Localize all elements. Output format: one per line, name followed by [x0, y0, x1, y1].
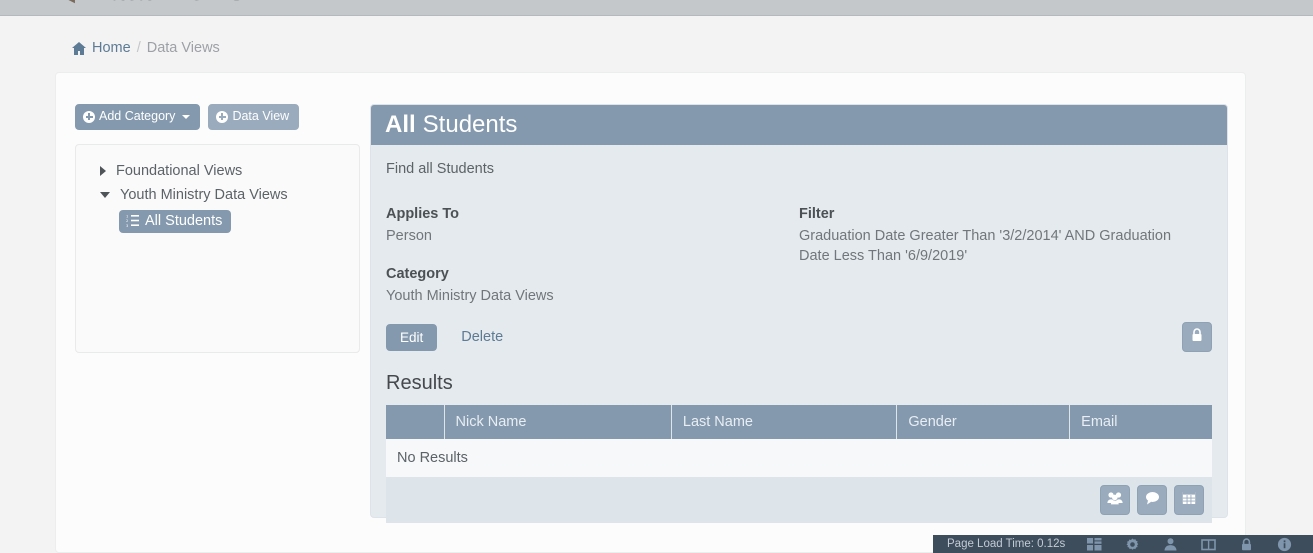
tree-item-all-students[interactable]: 1 2 3 All Students — [119, 209, 232, 233]
tree-item-label: All Students — [145, 212, 223, 229]
person-icon[interactable] — [1163, 537, 1178, 552]
data-view-detail-panel: All Students Find all Students Applies T… — [370, 104, 1228, 523]
admin-icon-group — [1087, 537, 1292, 552]
chevron-down-icon — [182, 114, 191, 119]
info-circle-icon[interactable] — [1277, 537, 1292, 552]
security-button[interactable] — [1182, 322, 1212, 352]
tree-item-foundational-views[interactable]: Foundational Views — [86, 159, 349, 183]
breadcrumb: Home / Data Views — [72, 40, 220, 56]
plus-circle-icon — [83, 110, 95, 123]
panel-heading: All Students — [371, 105, 1227, 145]
breadcrumb-separator: / — [136, 40, 141, 56]
svg-text:3: 3 — [126, 224, 128, 227]
tree-item-label: Foundational Views — [116, 162, 243, 179]
plus-circle-icon — [216, 110, 229, 123]
applies-to-label: Applies To — [386, 206, 460, 222]
sidebar-toolbar: Add Category Data View — [75, 104, 360, 130]
table-header-select[interactable] — [386, 405, 445, 439]
page-load-time: Page Load Time: 0.12s — [947, 538, 1066, 550]
svg-text:1: 1 — [126, 215, 128, 219]
table-row: No Results — [386, 439, 1212, 477]
blocks-icon[interactable] — [1087, 537, 1102, 552]
chevron-left-icon[interactable]: ◀ — [55, 0, 75, 4]
filter-label: Filter — [799, 206, 835, 222]
list-ol-icon: 1 2 3 — [126, 214, 139, 228]
table-empty-message: No Results — [386, 439, 1212, 477]
data-view-label: Data View — [232, 109, 290, 123]
chevron-right-icon[interactable] — [100, 165, 106, 176]
add-data-view-button[interactable]: Data View — [208, 104, 300, 130]
table-header-gender[interactable]: Gender — [896, 405, 1071, 439]
delete-button[interactable]: Delete — [455, 328, 509, 346]
tree-item-youth-ministry-data-views[interactable]: Youth Ministry Data Views — [86, 183, 349, 207]
lock-icon — [1191, 327, 1203, 347]
breadcrumb-home-label: Home — [92, 40, 131, 56]
results-heading: Results — [386, 372, 453, 394]
table-header-last-name[interactable]: Last Name — [671, 405, 898, 439]
category-label: Category — [386, 266, 449, 282]
breadcrumb-home-link[interactable]: Home — [72, 40, 131, 56]
detail-column-right: Filter Graduation Date Greater Than '3/2… — [799, 206, 1212, 306]
gear-icon[interactable] — [1125, 537, 1140, 552]
panel-title-rest: Students — [422, 111, 518, 138]
results-table: Nick Name Last Name Gender Email No Resu… — [386, 405, 1212, 477]
home-icon — [72, 41, 86, 55]
excel-export-button[interactable] — [1174, 485, 1204, 515]
applies-to-value: Person — [386, 228, 432, 244]
data-view-tree: Foundational Views Youth Ministry Data V… — [75, 143, 360, 353]
lock-icon[interactable] — [1239, 537, 1254, 552]
communicate-button[interactable] — [1137, 485, 1167, 515]
category-value: Youth Ministry Data Views — [386, 288, 554, 304]
table-header-email[interactable]: Email — [1069, 405, 1212, 439]
detail-column-left: Applies To Person Category Youth Ministr… — [386, 206, 799, 306]
page-title: Data Views — [87, 0, 245, 6]
columns-icon[interactable] — [1201, 537, 1217, 552]
page-header: ◀ Data Views — [55, 0, 245, 6]
content-card: Add Category Data View Foundational View… — [55, 72, 1246, 553]
edit-button[interactable]: Edit — [386, 323, 438, 351]
panel-body: Find all Students Applies To Person Cate… — [371, 145, 1227, 523]
panel-description: Find all Students — [386, 161, 495, 177]
panel-title-bold: All — [385, 111, 416, 138]
table-footer — [386, 477, 1212, 523]
people-group-icon — [1107, 491, 1123, 510]
table-grid-icon — [1182, 491, 1196, 510]
table-header-row: Nick Name Last Name Gender Email — [386, 405, 1212, 439]
svg-text:2: 2 — [126, 219, 128, 223]
filter-value: Graduation Date Greater Than '3/2/2014' … — [799, 228, 1172, 264]
admin-footer-bar: Page Load Time: 0.12s — [933, 535, 1313, 553]
chevron-down-icon[interactable] — [100, 191, 110, 198]
breadcrumb-current: Data Views — [146, 40, 220, 56]
detail-grid: Applies To Person Category Youth Ministr… — [386, 206, 1212, 306]
comment-icon — [1145, 491, 1160, 510]
table-header-nick-name[interactable]: Nick Name — [444, 405, 672, 439]
page-header-bar: ◀ Data Views — [0, 0, 1313, 16]
add-category-label: Add Category — [99, 109, 176, 123]
action-row: Edit Delete — [386, 322, 1212, 352]
tree-item-label: Youth Ministry Data Views — [120, 186, 288, 203]
merge-people-button[interactable] — [1100, 485, 1130, 515]
sidebar: Add Category Data View Foundational View… — [75, 104, 360, 353]
add-category-button[interactable]: Add Category — [75, 104, 201, 130]
